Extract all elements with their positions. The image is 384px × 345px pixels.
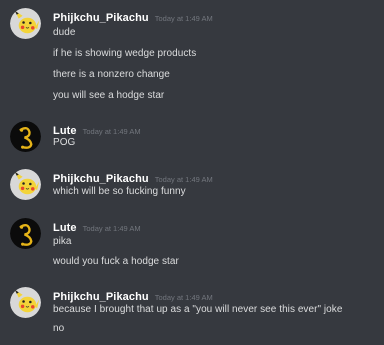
pikachu-avatar[interactable] [10, 8, 41, 39]
pikachu-avatar-icon [10, 169, 41, 200]
message-text: would you fuck a hodge star [53, 256, 179, 267]
lute-avatar[interactable] [10, 218, 41, 249]
pikachu-avatar[interactable] [10, 287, 41, 318]
username[interactable]: Lute [53, 222, 77, 234]
username[interactable]: Phijkchu_Pikachu [53, 173, 149, 185]
timestamp: Today at 1:49 AM [154, 293, 213, 302]
message-text: which will be so fucking funny [53, 186, 186, 197]
message-text: you will see a hodge star [53, 90, 165, 101]
timestamp: Today at 1:49 AM [82, 224, 141, 233]
username[interactable]: Lute [53, 125, 77, 137]
message-text: if he is showing wedge products [53, 48, 197, 59]
message-header: Phijkchu_Pikachu Today at 1:49 AM [53, 8, 213, 24]
message-header: Phijkchu_Pikachu Today at 1:49 AM [53, 287, 213, 303]
lute-avatar-icon [10, 218, 41, 249]
timestamp: Today at 1:49 AM [154, 175, 213, 184]
message-text: pika [53, 236, 72, 247]
message-header: Lute Today at 1:49 AM [53, 218, 141, 234]
message-text: there is a nonzero change [53, 69, 170, 80]
message-text: POG [53, 137, 76, 148]
message-header: Lute Today at 1:49 AM [53, 121, 141, 137]
message-header: Phijkchu_Pikachu Today at 1:49 AM [53, 169, 213, 185]
lute-avatar-icon [10, 121, 41, 152]
username[interactable]: Phijkchu_Pikachu [53, 12, 149, 24]
message-text: because I brought that up as a "you will… [53, 304, 343, 315]
timestamp: Today at 1:49 AM [82, 127, 141, 136]
pikachu-avatar-icon [10, 8, 41, 39]
message-list: Phijkchu_Pikachu Today at 1:49 AM dude if… [0, 0, 384, 345]
message-text: no [53, 323, 65, 334]
username[interactable]: Phijkchu_Pikachu [53, 291, 149, 303]
lute-avatar[interactable] [10, 121, 41, 152]
timestamp: Today at 1:49 AM [154, 14, 213, 23]
pikachu-avatar-icon [10, 287, 41, 318]
pikachu-avatar[interactable] [10, 169, 41, 200]
message-text: dude [53, 27, 76, 38]
